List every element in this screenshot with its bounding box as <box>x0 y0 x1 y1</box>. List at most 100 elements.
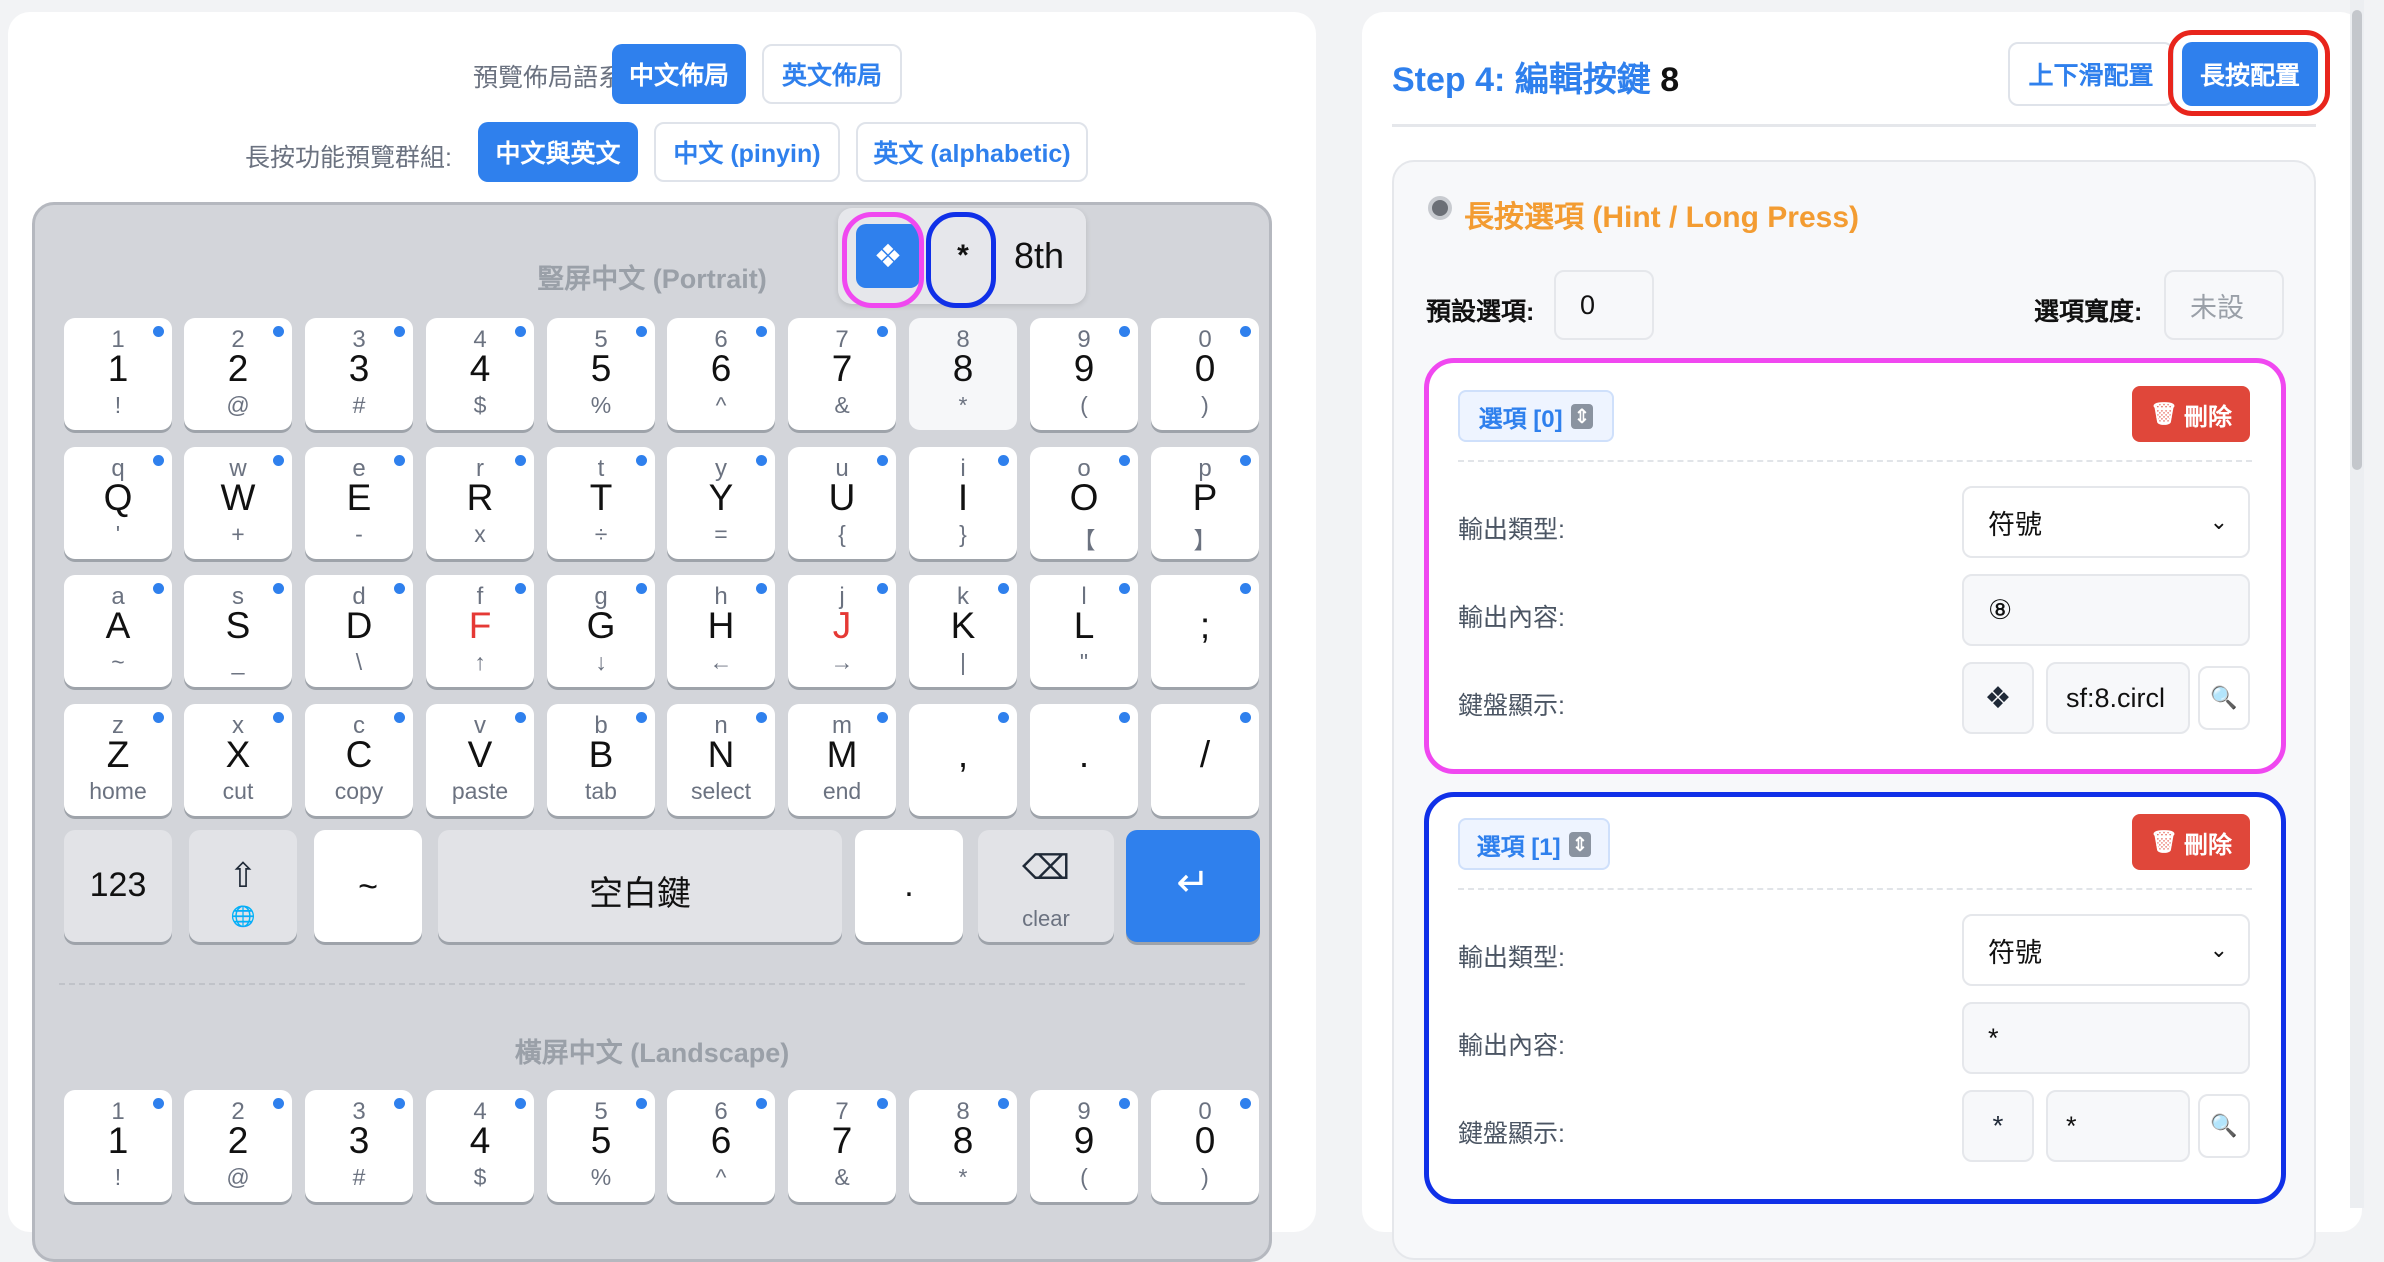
key-label: Q <box>103 477 133 518</box>
layout-english-button[interactable]: 英文佈局 <box>762 44 902 104</box>
key[interactable]: a A ~ <box>64 575 172 687</box>
key[interactable]: f F ↑ <box>426 575 534 687</box>
longpress-indicator-dot <box>636 326 647 337</box>
key[interactable]: q Q ' <box>64 447 172 559</box>
key[interactable]: w W + <box>184 447 292 559</box>
landscape-key[interactable]: 2 2 @ <box>184 1090 292 1202</box>
key-label: I <box>957 477 969 518</box>
key[interactable]: 4 4 $ <box>426 318 534 430</box>
landscape-key[interactable]: 1 1! <box>64 1090 172 1202</box>
option-1-delete-button[interactable]: 🗑 刪除 <box>2132 814 2250 870</box>
landscape-key[interactable]: 7 7 & <box>788 1090 896 1202</box>
option-0-delete-button[interactable]: 🗑 刪除 <box>2132 386 2250 442</box>
key-return[interactable]: ↵ <box>1126 830 1260 942</box>
key[interactable]: n Nselect <box>667 704 775 816</box>
option-0-type-select[interactable]: 符號 ⌄ <box>1962 486 2250 558</box>
key[interactable]: h H ← <box>667 575 775 687</box>
key[interactable]: l L " <box>1030 575 1138 687</box>
option-1-search-icon[interactable]: 🔍 <box>2198 1094 2250 1158</box>
option-0-display-input[interactable]: sf:8.circl <box>2046 662 2190 734</box>
default-option-input[interactable]: 0 <box>1554 270 1654 340</box>
landscape-key[interactable]: 3 3 # <box>305 1090 413 1202</box>
key[interactable]: i I} <box>909 447 1017 559</box>
option-width-input[interactable]: 未設 <box>2164 270 2284 340</box>
key-sub-label: " <box>1079 649 1089 675</box>
landscape-key[interactable]: 6 6 ^ <box>667 1090 775 1202</box>
key-label: K <box>950 605 976 646</box>
key[interactable]: t T ÷ <box>547 447 655 559</box>
key[interactable]: / <box>1151 704 1259 816</box>
key[interactable]: k K | <box>909 575 1017 687</box>
key-sub-label: = <box>714 521 728 547</box>
group-pinyin-button[interactable]: 中文 (pinyin) <box>654 122 840 182</box>
option-1-badge: 選項 [1] ⇕ <box>1458 818 1610 870</box>
landscape-key[interactable]: 8 8 * <box>909 1090 1017 1202</box>
key-backspace[interactable]: ⌫ clear <box>978 830 1114 942</box>
key-label: 7 <box>831 348 853 389</box>
option-0-display-icon-preview[interactable]: ❖ <box>1962 662 2034 734</box>
longpress-indicator-dot <box>636 1098 647 1109</box>
key[interactable]: 2 2 @ <box>184 318 292 430</box>
key[interactable]: b Btab <box>547 704 655 816</box>
key[interactable]: 6 6 ^ <box>667 318 775 430</box>
key[interactable]: j J → <box>788 575 896 687</box>
key-sub-label: $ <box>473 392 487 418</box>
swipe-config-button[interactable]: 上下滑配置 <box>2008 42 2174 106</box>
key[interactable]: x Xcut <box>184 704 292 816</box>
key-space[interactable]: 空白鍵 <box>438 830 842 942</box>
key[interactable]: v Vpaste <box>426 704 534 816</box>
key[interactable]: 1 1! <box>64 318 172 430</box>
key[interactable]: c Ccopy <box>305 704 413 816</box>
option-0-search-icon[interactable]: 🔍 <box>2198 666 2250 730</box>
landscape-key[interactable]: 5 5% <box>547 1090 655 1202</box>
option-1-type-select[interactable]: 符號 ⌄ <box>1962 914 2250 986</box>
key-sub-label: select <box>690 778 752 804</box>
longpress-indicator-dot <box>636 583 647 594</box>
option-1-display-input[interactable]: * <box>2046 1090 2190 1162</box>
key[interactable]: z Zhome <box>64 704 172 816</box>
key[interactable]: 9 9( <box>1030 318 1138 430</box>
option-0-content-input[interactable]: ⑧ <box>1962 574 2250 646</box>
key[interactable]: eE- <box>305 447 413 559</box>
landscape-key[interactable]: 4 4 $ <box>426 1090 534 1202</box>
layout-chinese-button[interactable]: 中文佈局 <box>612 44 746 104</box>
longpress-indicator-dot <box>877 326 888 337</box>
option-1-display-icon-preview[interactable]: * <box>1962 1090 2034 1162</box>
group-cn-en-button[interactable]: 中文與英文 <box>478 122 638 182</box>
key-sub-label: ) <box>1201 1164 1209 1190</box>
key-tilde[interactable]: ~ <box>314 830 422 942</box>
longpress-indicator-dot <box>636 455 647 466</box>
key[interactable]: , <box>909 704 1017 816</box>
key[interactable]: ; <box>1151 575 1259 687</box>
key-label: X <box>225 734 251 775</box>
scrollbar-thumb[interactable] <box>2352 10 2362 470</box>
key[interactable]: s S _ <box>184 575 292 687</box>
key[interactable]: 7 7 & <box>788 318 896 430</box>
scrollbar-track[interactable] <box>2350 0 2364 1208</box>
key-shift[interactable]: ⇧ 🌐 <box>189 830 297 942</box>
key-123[interactable]: 123 <box>64 830 172 942</box>
key[interactable]: 5 5% <box>547 318 655 430</box>
key[interactable]: . <box>1030 704 1138 816</box>
longpress-indicator-dot <box>153 712 164 723</box>
group-alphabetic-button[interactable]: 英文 (alphabetic) <box>856 122 1088 182</box>
key[interactable]: u U{ <box>788 447 896 559</box>
key[interactable]: 8 8 * <box>909 318 1017 430</box>
key-period[interactable]: . <box>855 830 963 942</box>
key-sub-label: ~ <box>111 649 125 675</box>
longpress-indicator-dot <box>515 326 526 337</box>
key[interactable]: m Mend <box>788 704 896 816</box>
key[interactable]: g G ↓ <box>547 575 655 687</box>
key-sub-label: - <box>355 521 363 547</box>
key[interactable]: 3 3 # <box>305 318 413 430</box>
key[interactable]: d D \ <box>305 575 413 687</box>
landscape-key[interactable]: 0 0) <box>1151 1090 1259 1202</box>
key[interactable]: rRx <box>426 447 534 559</box>
option-1-content-input[interactable]: * <box>1962 1002 2250 1074</box>
key[interactable]: o O 【 <box>1030 447 1138 559</box>
landscape-key[interactable]: 9 9( <box>1030 1090 1138 1202</box>
key[interactable]: 0 0) <box>1151 318 1259 430</box>
key-label: 0 <box>1194 348 1216 389</box>
key[interactable]: p P】 <box>1151 447 1259 559</box>
key[interactable]: y Y = <box>667 447 775 559</box>
